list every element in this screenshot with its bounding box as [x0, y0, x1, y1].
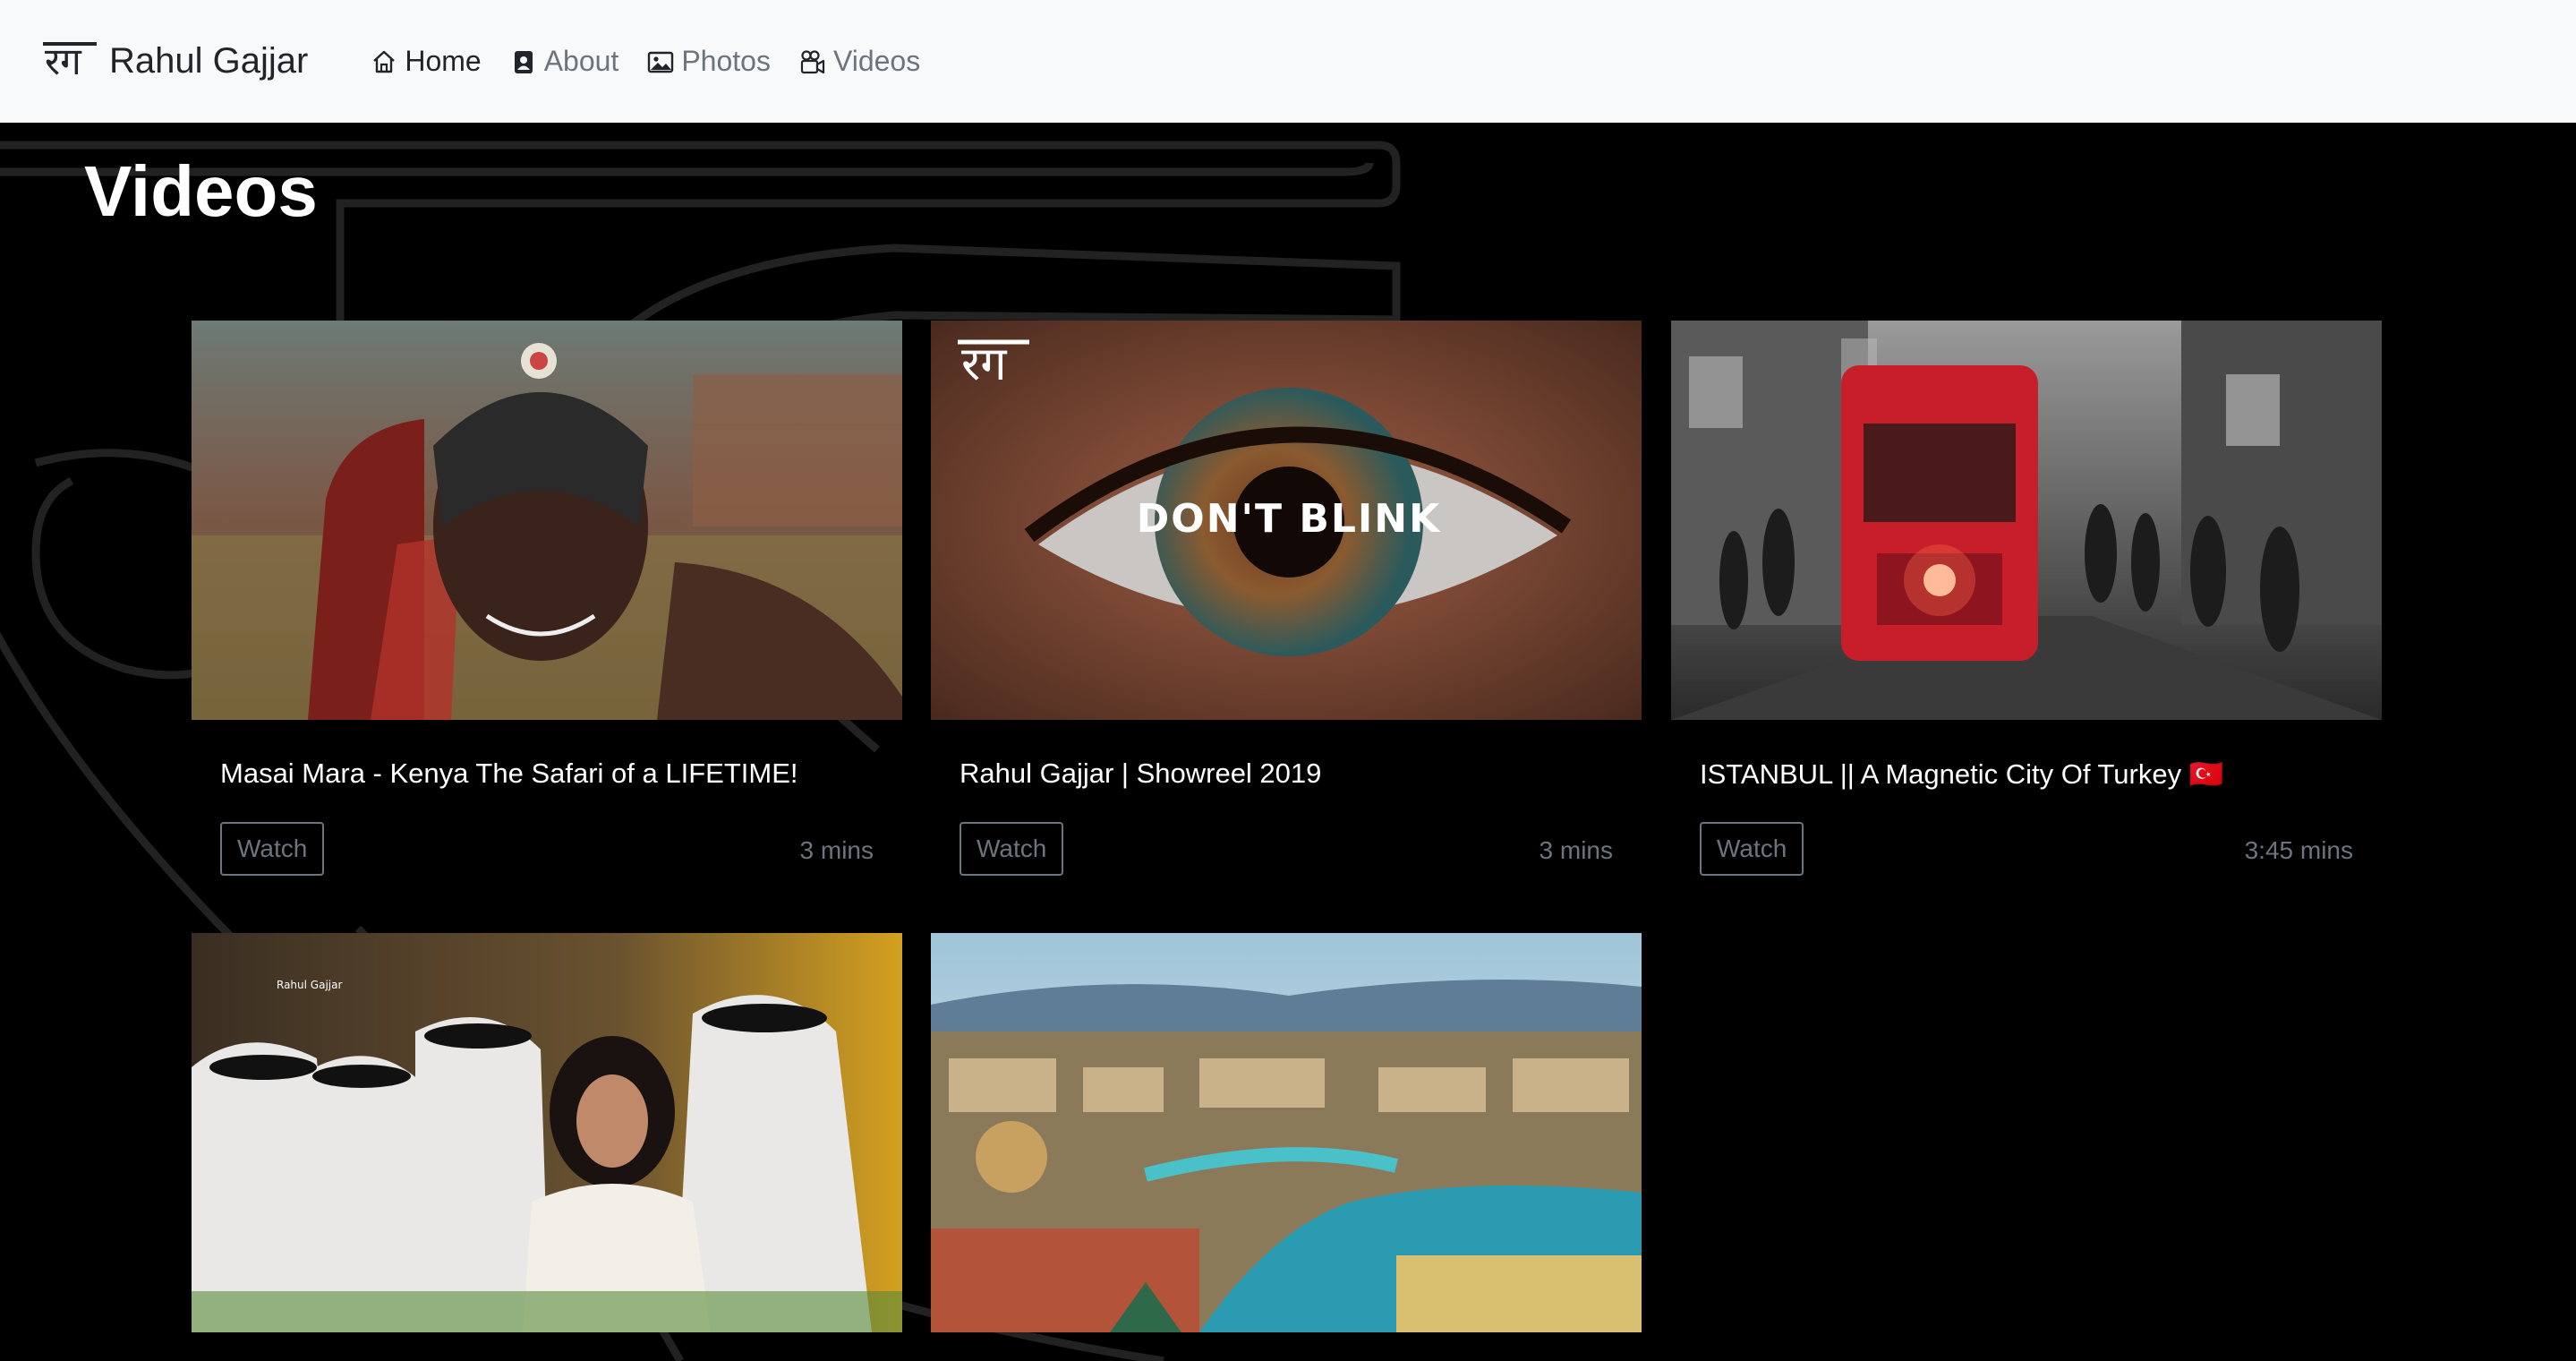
nav-label-about: About [543, 45, 619, 77]
video-duration: 3 mins [1539, 836, 1613, 864]
nav-label-home: Home [405, 45, 482, 77]
nav-item-photos[interactable]: Photos [647, 45, 771, 78]
video-card: Rahul Gajjar [192, 933, 902, 1332]
watch-button[interactable]: Watch [960, 822, 1064, 876]
nav-label-photos: Photos [681, 45, 771, 77]
video-card: Masai Mara - Kenya The Safari of a LIFET… [192, 321, 902, 917]
eye-closeup-image: DON'T BLINK रग [931, 321, 1642, 720]
video-title: Masai Mara - Kenya The Safari of a LIFET… [220, 758, 798, 789]
video-thumbnail[interactable] [931, 933, 1642, 1332]
camera-reels-icon [800, 49, 825, 73]
nav-item-about[interactable]: About [510, 45, 619, 78]
video-card: ISTANBUL || A Magnetic City Of Turkey 🇹🇷… [1671, 321, 2382, 917]
top-navbar: रग Rahul Gajjar Home About Photos Videos [0, 0, 2576, 123]
svg-text:रग: रग [45, 39, 82, 83]
card-body: Masai Mara - Kenya The Safari of a LIFET… [192, 720, 902, 917]
brand-link[interactable]: रग Rahul Gajjar [43, 39, 308, 85]
watch-button[interactable]: Watch [220, 822, 325, 876]
page-title: Videos [84, 151, 318, 231]
thumbnail-watermark: Rahul Gajjar [277, 979, 342, 991]
image-icon [648, 51, 674, 73]
video-title: Rahul Gajjar | Showreel 2019 [960, 758, 1322, 789]
masai-portrait-image [192, 321, 902, 720]
person-badge-icon [514, 50, 533, 73]
video-title: ISTANBUL || A Magnetic City Of Turkey 🇹🇷 [1700, 758, 2224, 790]
thumbnail-logo: रग [961, 338, 1007, 391]
brand-name: Rahul Gajjar [109, 41, 309, 81]
brand-logo-icon: रग [43, 39, 97, 83]
video-thumbnail[interactable] [192, 321, 902, 720]
house-icon [373, 50, 396, 73]
thumbnail-caption: DON'T BLINK [1137, 496, 1441, 542]
watch-button[interactable]: Watch [1700, 822, 1804, 876]
video-card: DON'T BLINK रग Rahul Gajjar | Showreel 2… [931, 321, 1642, 917]
video-thumbnail[interactable] [1671, 321, 2382, 720]
video-thumbnail[interactable]: Rahul Gajjar [192, 933, 902, 1332]
istanbul-tram-image [1671, 321, 2382, 720]
nav-label-videos: Videos [832, 45, 921, 77]
card-body: Rahul Gajjar | Showreel 2019 Watch 3 min… [931, 720, 1642, 917]
video-duration: 3:45 mins [2244, 836, 2353, 864]
dubai-crowd-image: Rahul Gajjar [192, 933, 902, 1332]
video-duration: 3 mins [799, 836, 874, 864]
video-card [931, 933, 1642, 1332]
nav-menu: Home About Photos Videos [371, 45, 949, 78]
nav-item-home[interactable]: Home [371, 45, 482, 78]
video-thumbnail[interactable]: DON'T BLINK रग [931, 321, 1642, 720]
nav-item-videos[interactable]: Videos [799, 45, 920, 78]
card-body: ISTANBUL || A Magnetic City Of Turkey 🇹🇷… [1671, 720, 2382, 917]
tbilisi-cityscape-image [931, 933, 1642, 1332]
